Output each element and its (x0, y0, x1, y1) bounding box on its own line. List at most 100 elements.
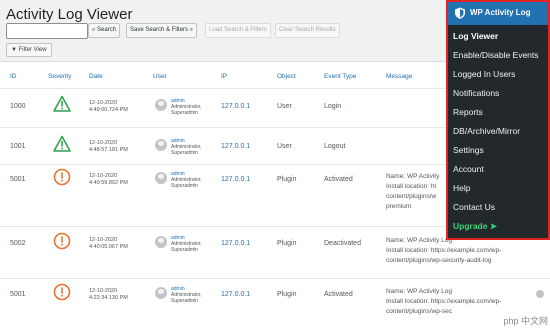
message-line: Name: WP Activity Log (386, 237, 452, 244)
save-search-label: Save Search & Filters (130, 27, 189, 33)
cell-event-type: Logout (324, 143, 346, 150)
cell-id: 1000 (10, 103, 26, 110)
cell-id: 5001 (10, 291, 26, 298)
load-search-label: Load Search & Filters (209, 27, 267, 33)
header-message[interactable]: Message (386, 73, 412, 80)
cell-ip[interactable]: 127.0.0.1 (221, 103, 250, 110)
cell-date: 12-10-2020 4:48:57.181 PM (89, 140, 128, 154)
cell-date: 12-10-2020 4:49:00.724 PM (89, 100, 128, 114)
header-event-type[interactable]: Event Type (324, 73, 356, 80)
shield-icon (455, 7, 465, 19)
menu-item-reports[interactable]: Reports (453, 107, 483, 117)
cell-user: admin Administrator, Superadmin (171, 235, 202, 253)
menu-item-notifications[interactable]: Notifications (453, 88, 499, 98)
menu-item-log-viewer[interactable]: Log Viewer (453, 31, 498, 41)
cell-user: admin Administrator, Superadmin (171, 286, 202, 304)
watermark: php 中文网 (503, 316, 548, 326)
time-value: 4:48:57.181 PM (89, 147, 128, 153)
avatar (155, 236, 167, 248)
user-role-2: Superadmin (171, 183, 198, 189)
message-line: Install location: ht (386, 183, 437, 190)
filter-view-label: Filter View (18, 47, 47, 53)
date-value: 12-10-2020 (89, 140, 118, 146)
cell-ip[interactable]: 127.0.0.1 (221, 240, 250, 247)
cell-date: 12-10-2020 4:40:05.067 PM (89, 237, 128, 251)
avatar (155, 99, 167, 111)
critical-icon (53, 283, 71, 301)
menu-item-settings[interactable]: Settings (453, 145, 484, 155)
date-value: 12-10-2020 (89, 237, 118, 243)
avatar (155, 172, 167, 184)
search-icon: ⌕ (189, 27, 194, 33)
warning-icon (53, 135, 71, 152)
cell-object: User (277, 103, 292, 110)
cell-user: admin Administrator, Superadmin (171, 171, 202, 189)
message-line: Name: WP Activity Log (386, 288, 452, 295)
cell-event-type: Activated (324, 176, 353, 183)
message-line: Install location: https://example.com/wp… (386, 298, 502, 305)
menu-item-upgrade[interactable]: Upgrade ➤ (453, 221, 497, 232)
header-user[interactable]: User (153, 73, 167, 80)
cell-ip[interactable]: 127.0.0.1 (221, 176, 250, 183)
menu-item-enable-disable-events[interactable]: Enable/Disable Events (453, 50, 539, 60)
cell-event-type: Deactivated (324, 240, 361, 247)
header-id[interactable]: ID (10, 73, 17, 80)
header-ip[interactable]: IP (221, 73, 227, 80)
header-severity[interactable]: Severity (48, 73, 71, 80)
message-line: Name: WP Activity (386, 173, 440, 180)
cell-message: Name: WP Activity Log Install location: h… (386, 287, 501, 317)
time-value: 4:40:05.067 PM (89, 244, 128, 250)
user-role-2: Superadmin (171, 150, 198, 156)
cell-user: admin Administrator, Superadmin (171, 138, 202, 156)
save-search-button[interactable]: Save Search & Filters ⌕ (126, 23, 198, 38)
search-input[interactable] (6, 23, 88, 39)
message-line: content/plugins/w (386, 193, 437, 200)
menu-header[interactable]: WP Activity Log (448, 2, 548, 25)
search-button-label: Search (97, 27, 117, 33)
time-value: 4:49:00.724 PM (89, 107, 128, 113)
message-line: content/plugins/wp-sec (386, 308, 453, 315)
date-value: 12-10-2020 (89, 173, 118, 179)
menu-item-db-archive-mirror[interactable]: DB/Archive/Mirror (453, 126, 520, 136)
cell-object: Plugin (277, 240, 297, 247)
funnel-icon: ▼ (11, 47, 17, 53)
message-line: content/plugins/wp-security-audit-log (386, 257, 492, 264)
critical-icon (53, 232, 71, 250)
clear-search-label: Clear Search Results (279, 27, 336, 33)
menu-item-contact-us[interactable]: Contact Us (453, 202, 495, 212)
user-role-2: Superadmin (171, 298, 198, 304)
row-divider (0, 278, 550, 279)
critical-icon (53, 168, 71, 186)
warning-icon (53, 95, 71, 112)
cell-object: Plugin (277, 176, 297, 183)
cell-ip[interactable]: 127.0.0.1 (221, 143, 250, 150)
menu-header-label: WP Activity Log (470, 8, 531, 17)
user-role-2: Superadmin (171, 110, 198, 116)
menu-item-logged-in-users[interactable]: Logged In Users (453, 69, 515, 79)
cell-id: 1001 (10, 143, 26, 150)
cell-date: 12-10-2020 4:40:59.892 PM (89, 173, 128, 187)
cell-object: Plugin (277, 291, 297, 298)
load-search-button[interactable]: Load Search & Filters (205, 23, 271, 38)
date-value: 12-10-2020 (89, 288, 118, 294)
menu-item-help[interactable]: Help (453, 183, 470, 193)
cell-ip[interactable]: 127.0.0.1 (221, 291, 250, 298)
cell-object: User (277, 143, 292, 150)
cell-event-type: Login (324, 103, 342, 110)
cell-id: 5001 (10, 176, 26, 183)
message-line: Install location: https://example.com/wp… (386, 247, 502, 254)
menu-item-account[interactable]: Account (453, 164, 484, 174)
cell-id: 5002 (10, 240, 26, 247)
header-object[interactable]: Object (277, 73, 296, 80)
cell-event-type: Activated (324, 291, 353, 298)
more-dot[interactable] (536, 290, 544, 298)
filter-view-button[interactable]: ▼ Filter View (6, 43, 52, 57)
message-line: premium (386, 203, 412, 210)
cell-user: admin Administrator, Superadmin (171, 98, 202, 116)
time-value: 4:40:59.892 PM (89, 180, 128, 186)
header-date[interactable]: Date (89, 73, 103, 80)
search-button[interactable]: ⌕ Search (88, 23, 121, 38)
user-role-2: Superadmin (171, 247, 198, 253)
clear-search-button[interactable]: Clear Search Results (275, 23, 340, 38)
search-icon: ⌕ (92, 27, 96, 33)
